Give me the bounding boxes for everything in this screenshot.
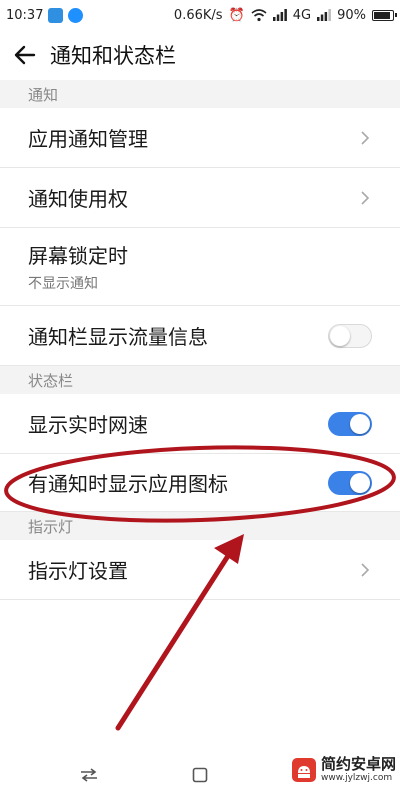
toggle-realtime-speed[interactable] <box>328 411 372 436</box>
alarm-icon: ⏰ <box>228 7 245 23</box>
battery-percent: 90% <box>337 7 366 23</box>
row-app-notification-management[interactable]: 应用通知管理 <box>0 108 400 168</box>
row-text: 屏幕锁定时 不显示通知 <box>28 240 128 293</box>
row-notification-icons[interactable]: 有通知时显示应用图标 <box>0 454 400 512</box>
status-time: 10:37 <box>6 7 44 23</box>
row-label: 通知栏显示流量信息 <box>28 325 208 349</box>
recent-apps-button[interactable] <box>72 758 106 792</box>
chat-app-icon <box>68 7 84 23</box>
chevron-right-icon <box>350 123 380 153</box>
android-logo-icon <box>291 757 316 782</box>
section-header-indicator: 指示灯 <box>0 512 400 540</box>
wifi-icon <box>251 8 267 21</box>
row-label: 有通知时显示应用图标 <box>28 472 228 496</box>
row-show-traffic[interactable]: 通知栏显示流量信息 <box>0 306 400 366</box>
network-speed: 0.66K/s <box>173 7 223 23</box>
message-app-icon <box>48 7 64 23</box>
chevron-right-icon <box>350 555 380 585</box>
status-bar: 10:37 0.66K/s ⏰ 4G 90% <box>0 0 400 30</box>
toggle-knob <box>330 325 350 346</box>
row-label: 应用通知管理 <box>28 127 148 151</box>
row-label: 指示灯设置 <box>28 559 128 583</box>
watermark: 简约安卓网 www.jylzwj.com <box>291 756 396 783</box>
section-header-notifications: 通知 <box>0 80 400 108</box>
back-arrow-icon <box>14 45 36 65</box>
row-label: 显示实时网速 <box>28 413 148 437</box>
home-button[interactable] <box>183 758 217 792</box>
signal-icon <box>272 9 287 21</box>
row-label: 通知使用权 <box>28 187 128 211</box>
page-title: 通知和状态栏 <box>50 44 176 68</box>
toggle-notification-icons[interactable] <box>328 470 372 495</box>
battery-icon <box>372 9 397 21</box>
row-lock-screen[interactable]: 屏幕锁定时 不显示通知 <box>0 228 400 306</box>
watermark-url: www.jylzwj.com <box>320 773 393 783</box>
square-icon <box>192 767 208 783</box>
row-realtime-speed[interactable]: 显示实时网速 <box>0 394 400 454</box>
row-notification-access[interactable]: 通知使用权 <box>0 168 400 228</box>
section-header-status-bar: 状态栏 <box>0 366 400 394</box>
toggle-knob <box>350 413 370 434</box>
network-type: 4G <box>292 7 312 23</box>
row-value: 不显示通知 <box>28 276 98 292</box>
toggle-knob <box>350 472 370 493</box>
signal-icon-2 <box>317 9 331 21</box>
app-header: 通知和状态栏 <box>0 30 400 80</box>
back-button[interactable] <box>0 30 50 80</box>
row-indicator-settings[interactable]: 指示灯设置 <box>0 540 400 600</box>
watermark-text: 简约安卓网 www.jylzwj.com <box>320 755 396 784</box>
switch-arrows-icon <box>81 768 97 782</box>
chevron-right-icon <box>350 183 380 213</box>
watermark-name: 简约安卓网 <box>320 755 396 773</box>
row-label: 屏幕锁定时 <box>28 244 128 268</box>
toggle-show-traffic[interactable] <box>328 323 372 348</box>
